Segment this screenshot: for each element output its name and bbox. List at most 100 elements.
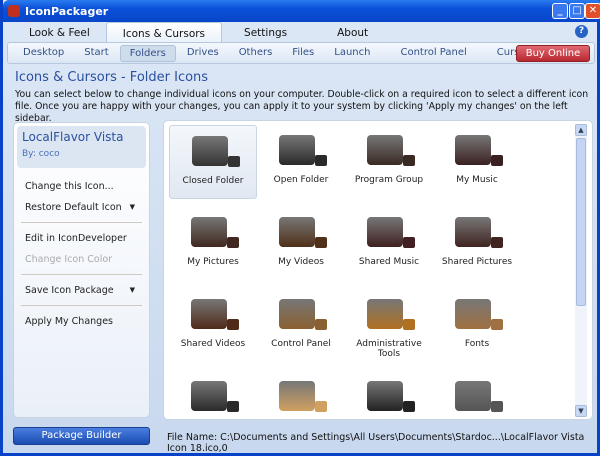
minimize-button[interactable]: _ [552, 3, 568, 19]
window-title: IconPackager [25, 5, 109, 18]
icon-item[interactable]: Shared Videos [169, 289, 257, 363]
small-folder-icon [315, 237, 327, 248]
small-folder-icon [491, 155, 503, 166]
icon-label: Closed Folder [182, 176, 244, 186]
folder-icon [191, 299, 227, 329]
icon-item[interactable] [433, 371, 521, 419]
subnav-start[interactable]: Start [75, 45, 117, 62]
file-name-status: File Name: C:\Documents and Settings\All… [167, 432, 585, 454]
edit-label: Edit in IconDeveloper [25, 233, 127, 244]
subnav-files[interactable]: Files [283, 45, 323, 62]
icon-item[interactable]: Scanners & [345, 371, 433, 419]
icon-label: Shared Pictures [441, 257, 513, 267]
icon-label: My Music [456, 175, 498, 185]
small-folder-icon [227, 401, 239, 412]
close-button[interactable]: ✕ [585, 3, 600, 19]
small-folder-icon [491, 401, 503, 412]
sidebar: LocalFlavor Vista By: coco Change this I… [13, 122, 150, 418]
scroll-thumb[interactable] [576, 138, 586, 306]
folder-icon [192, 136, 228, 166]
subnav-desktop[interactable]: Desktop [14, 45, 73, 62]
icon-label: Shared Music [358, 257, 420, 267]
vertical-scrollbar[interactable]: ▲ ▼ [575, 124, 587, 417]
apply-my-changes-link[interactable]: Apply My Changes [14, 311, 149, 332]
package-info: LocalFlavor Vista By: coco [17, 126, 146, 168]
subnav-launch[interactable]: Launch [325, 45, 379, 62]
page-title: Icons & Cursors - Folder Icons [15, 70, 209, 85]
folder-icon [367, 135, 403, 165]
icon-label: Program Group [354, 175, 424, 185]
subnav-control-panel[interactable]: Control Panel [391, 45, 475, 62]
dropdown-arrow-icon[interactable]: ▼ [130, 197, 135, 218]
icon-item[interactable]: Fonts [433, 289, 521, 363]
icon-label: Fonts [464, 339, 490, 349]
small-folder-icon [315, 319, 327, 330]
change-icon-link[interactable]: Change this Icon... [14, 176, 149, 197]
icon-label: My Videos [278, 257, 324, 267]
package-name: LocalFlavor Vista [22, 130, 124, 144]
icon-item[interactable]: My Music [433, 125, 521, 199]
icon-grid: Closed Folder Open Folder Program Group My … [163, 120, 593, 420]
folder-icon [367, 217, 403, 247]
restore-default-icon-link[interactable]: Restore Default Icon ▼ [14, 197, 149, 218]
icon-item[interactable]: Program Group [345, 125, 433, 199]
change-icon-color-link: Change Icon Color [14, 249, 149, 270]
app-icon [8, 5, 20, 17]
edit-in-icondeveloper-link[interactable]: Edit in IconDeveloper [14, 228, 149, 249]
folder-icon [279, 381, 315, 411]
folder-icon [279, 135, 315, 165]
folder-icon [279, 217, 315, 247]
icon-item[interactable]: My Pictures [169, 207, 257, 281]
folder-icon [455, 135, 491, 165]
maximize-button[interactable]: □ [569, 3, 585, 19]
subnav-drives[interactable]: Drives [178, 45, 228, 62]
icon-label: Open Folder [273, 175, 329, 185]
icon-item[interactable]: My Videos [257, 207, 345, 281]
help-icon[interactable]: ? [575, 25, 588, 38]
icon-item[interactable]: Administrative Tools [345, 289, 433, 363]
small-folder-icon [228, 156, 240, 167]
icon-label: Administrative Tools [356, 339, 422, 359]
dropdown-arrow-icon[interactable]: ▼ [130, 280, 135, 301]
small-folder-icon [403, 401, 415, 412]
package-builder-button[interactable]: Package Builder [13, 427, 150, 445]
tab-about[interactable]: About [321, 22, 384, 44]
scroll-up-button[interactable]: ▲ [575, 124, 587, 136]
icon-item[interactable]: Open Folder [257, 125, 345, 199]
main-tabs: Look & Feel Icons & Cursors Settings About [13, 22, 384, 44]
subnav-others[interactable]: Others [230, 45, 282, 62]
divider [21, 305, 142, 306]
icon-item[interactable]: Control Panel [257, 289, 345, 363]
small-folder-icon [403, 237, 415, 248]
tab-settings[interactable]: Settings [228, 22, 303, 44]
icon-label: My Pictures [187, 257, 239, 267]
save-icon-package-link[interactable]: Save Icon Package ▼ [14, 280, 149, 301]
tab-icons-cursors[interactable]: Icons & Cursors [105, 22, 223, 44]
small-folder-icon [403, 155, 415, 166]
folder-icon [367, 299, 403, 329]
folder-icon [455, 381, 491, 411]
small-folder-icon [315, 401, 327, 412]
icon-item[interactable] [257, 371, 345, 419]
divider [21, 222, 142, 223]
color-label: Change Icon Color [25, 254, 113, 265]
tab-look-feel[interactable]: Look & Feel [13, 22, 106, 44]
package-author: By: coco [22, 149, 60, 159]
small-folder-icon [227, 319, 239, 330]
folder-icon [191, 381, 227, 411]
sub-navigation: Desktop Start Folders Drives Others Files Laun… [7, 42, 595, 64]
change-icon-label: Change this Icon... [25, 181, 114, 192]
folder-icon [455, 299, 491, 329]
icon-item[interactable]: Shared Music [345, 207, 433, 281]
icon-item[interactable]: Shared Pictures [433, 207, 521, 281]
icon-label: Control Panel [271, 339, 331, 349]
buy-online-button[interactable]: Buy Online [516, 45, 590, 62]
icon-item[interactable]: Closed Folder [169, 125, 257, 199]
subnav-folders[interactable]: Folders [119, 44, 176, 62]
apply-label: Apply My Changes [25, 316, 114, 327]
small-folder-icon [315, 155, 327, 166]
icon-item[interactable]: Network [169, 371, 257, 419]
scroll-down-button[interactable]: ▼ [575, 405, 587, 417]
icon-label: Shared Videos [180, 339, 246, 349]
small-folder-icon [491, 237, 503, 248]
